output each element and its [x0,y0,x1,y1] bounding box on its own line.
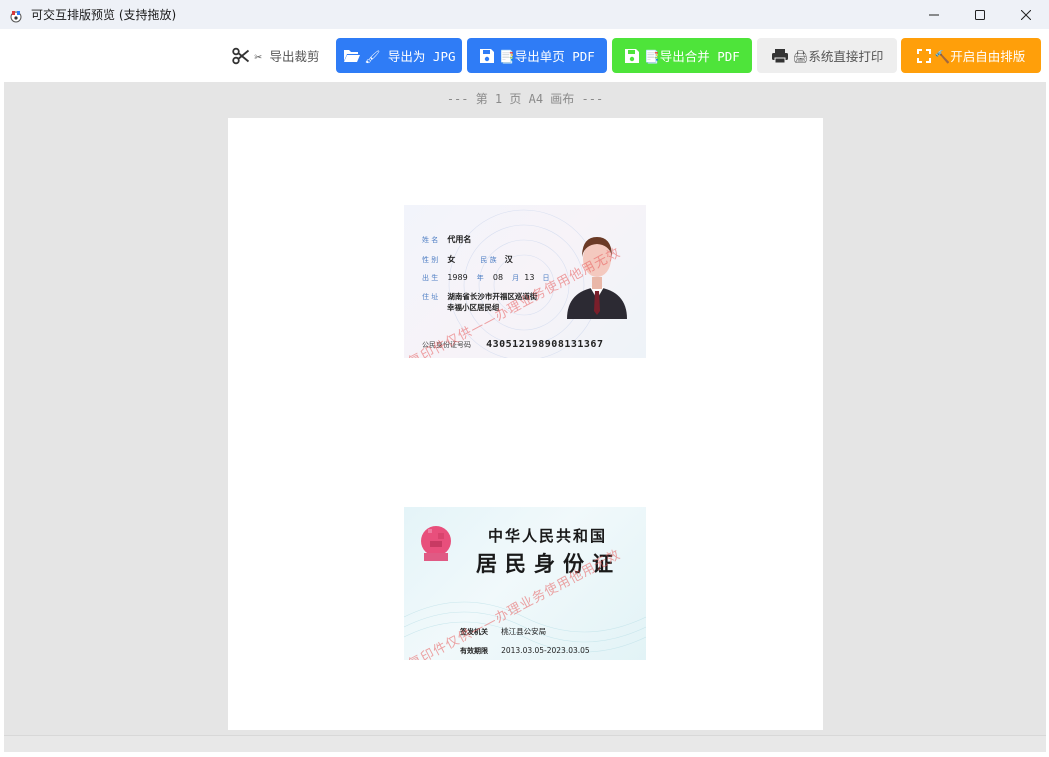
gender-value: 女 [447,255,456,264]
printer-icon [771,48,789,64]
free-layout-label: 🔨开启自由排版 [934,49,1026,64]
id-number: 430512198908131367 [486,339,604,350]
year-label: 年 [476,274,484,282]
export-merge-pdf-button[interactable]: 📑导出合并 PDF [612,38,752,73]
export-single-pdf-button[interactable]: 📑导出单页 PDF [467,38,607,73]
maximize-button[interactable] [957,0,1003,29]
ethnicity-label: 民 族 [480,256,497,264]
export-merge-pdf-label: 📑导出合并 PDF [644,49,740,64]
app-logo-icon [9,8,23,22]
month-label: 月 [512,274,520,282]
export-jpg-label: 🖌 导出为 JPG [364,49,456,64]
a4-page[interactable]: 姓 名 代用名 性 别 女 民 族 汉 出 生 1989 年 08 月 13 日… [228,118,823,730]
national-emblem-icon [421,526,451,561]
id-number-row: 公民身份证号码 430512198908131367 [422,332,603,351]
authority-row: 签发机关 桃江县公安局 [460,619,546,638]
authority-label: 签发机关 [460,628,488,636]
free-layout-button[interactable]: 🔨开启自由排版 [901,38,1041,73]
minimize-button[interactable] [911,0,957,29]
address-line2: 幸福小区居民组 [447,303,500,312]
gender-label: 性 别 [422,256,439,264]
portrait-icon [567,237,627,319]
name-row: 姓 名 代用名 [422,227,471,246]
validity-row: 有效期限 2013.03.05-2023.03.05 [460,638,590,657]
card-title: 居民身份证 [476,551,621,576]
save-icon [624,48,640,64]
close-button[interactable] [1003,0,1049,29]
nation-title: 中华人民共和国 [488,527,608,545]
validity-label: 有效期限 [460,647,488,655]
minimize-icon [929,14,939,15]
address-label: 住 址 [422,293,439,301]
window-title: 可交互排版预览 (支持拖放) [31,8,177,22]
export-single-pdf-label: 📑导出单页 PDF [499,49,595,64]
export-crop-label: ✂ 导出裁剪 [254,49,320,64]
authority-value: 桃江县公安局 [501,627,547,636]
name-label: 姓 名 [422,236,439,244]
export-jpg-button[interactable]: 🖌 导出为 JPG [336,38,462,73]
close-icon [1021,9,1031,20]
ethnicity-value: 汉 [504,255,513,264]
save-icon [479,48,495,64]
window-controls [911,0,1049,29]
gender-row: 性 别 女 民 族 汉 [422,247,513,266]
birth-month: 08 [492,273,504,282]
name-value: 代用名 [447,235,472,244]
birth-label: 出 生 [422,274,439,282]
folder-open-icon [343,48,361,63]
validity-value: 2013.03.05-2023.03.05 [501,646,590,655]
day-label: 日 [542,274,550,282]
title-bar: 可交互排版预览 (支持拖放) [0,0,1049,29]
toolbar: ✂ 导出裁剪 🖌 导出为 JPG 📑导出单页 PDF 📑导出合并 PDF 🖨系统… [0,29,1049,82]
scissors-icon [232,47,250,65]
address-line2-row: 幸福小区居民组 [447,295,500,314]
maximize-icon [975,9,985,20]
birth-row: 出 生 1989 年 08 月 13 日 [422,265,550,284]
export-crop-button[interactable]: ✂ 导出裁剪 [222,38,330,73]
preview-canvas-area[interactable]: --- 第 1 页 A4 画布 --- 姓 名 代用名 性 别 女 民 族 汉 … [4,82,1046,752]
id-card-front[interactable]: 姓 名 代用名 性 别 女 民 族 汉 出 生 1989 年 08 月 13 日… [404,205,646,358]
birth-year: 1989 [447,273,468,282]
id-card-back[interactable]: 中华人民共和国 居民身份证 签发机关 桃江县公安局 有效期限 2013.03.0… [404,507,646,660]
expand-icon [916,48,931,63]
system-print-button[interactable]: 🖨系统直接打印 [757,38,897,73]
page-label: --- 第 1 页 A4 画布 --- [446,92,604,106]
id-number-label: 公民身份证号码 [422,341,471,349]
horizontal-scrollbar[interactable] [4,735,1046,752]
birth-day: 13 [524,273,535,282]
system-print-label: 🖨系统直接打印 [792,49,884,64]
